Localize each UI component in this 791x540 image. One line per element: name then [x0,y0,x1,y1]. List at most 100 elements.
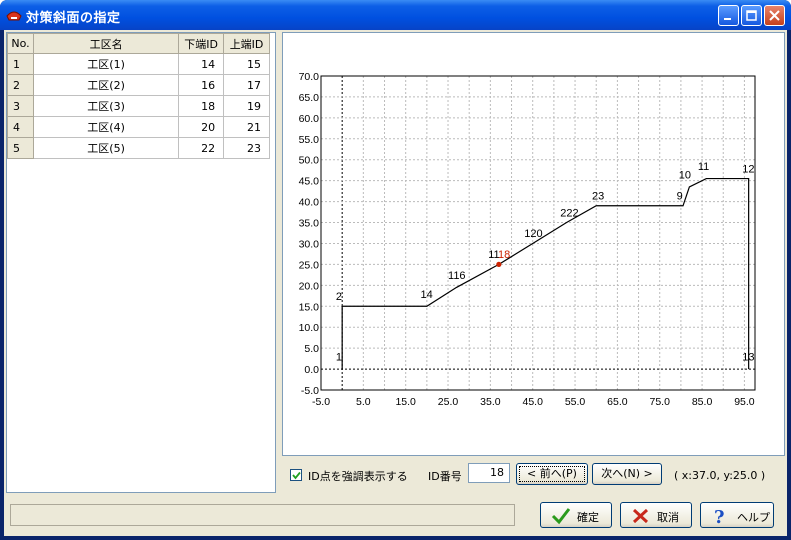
highlight-checkbox-label[interactable]: ID点を強調表示する [308,468,408,484]
y-tick-label: 60.0 [299,113,320,125]
lower-id-cell[interactable]: 18 [178,95,225,117]
title-bar[interactable]: 対策斜面の指定 [0,0,791,30]
zone-name-cell[interactable]: 工区(2) [32,74,180,96]
x-tick-label: 55.0 [565,396,586,408]
close-icon [769,10,780,21]
next-button[interactable]: 次へ(N) > [592,463,662,485]
ok-button-label: 確定 [577,511,599,524]
zone-name-cell[interactable]: 工区(5) [32,137,180,159]
highlight-checkbox[interactable] [290,469,302,481]
upper-id-cell[interactable]: 19 [223,95,270,117]
point-id-label: 14 [421,289,433,301]
slope-chart-panel[interactable]: -5.0 5.0 15.0 25.0 35.0 45.0 55.0 65.0 75.0 85.0 9… [282,32,785,456]
point-id-label: 11 [698,161,709,173]
dialog-client: No. 工区名 下端ID 上端ID 1 工区(1) 14 15 2 工区(2) 16 17 3 工… [4,30,787,536]
table-row[interactable]: 2 工区(2) 16 17 [7,74,270,96]
lower-id-cell[interactable]: 16 [178,74,225,96]
y-tick-label: 40.0 [299,197,320,209]
minimize-icon [724,18,731,20]
point-id-label: 23 [592,191,604,203]
x-tick-label: 15.0 [395,396,416,408]
table-row[interactable]: 1 工区(1) 14 15 [7,53,270,75]
x-tick-label: 85.0 [692,396,713,408]
column-header-upper-id[interactable]: 上端ID [223,33,270,54]
column-header-name[interactable]: 工区名 [32,33,180,54]
slope-profile-line [341,177,750,370]
lower-id-cell[interactable]: 14 [178,53,225,75]
cancel-button-label: 取消 [657,511,679,524]
y-tick-label: 50.0 [299,155,320,167]
row-number[interactable]: 5 [7,137,34,159]
status-bar [10,504,515,526]
point-id-label: 1 [336,352,342,364]
point-id-label: 120 [524,228,542,240]
maximize-button[interactable] [741,5,762,26]
row-number[interactable]: 4 [7,116,34,138]
lower-id-cell[interactable]: 20 [178,116,225,138]
x-tick-label: 35.0 [480,396,501,408]
help-icon: ? [714,507,725,525]
checkmark-icon [292,471,301,480]
checkmark-icon [551,508,571,525]
svg-text:?: ? [714,507,725,525]
y-tick-label: -5.0 [301,385,319,397]
chart-controls: ID点を強調表示する ID番号 18 < 前へ(P) 次へ(N) > ( x:3… [282,460,785,490]
table-row[interactable]: 3 工区(3) 18 19 [7,95,270,117]
coordinate-readout: ( x:37.0, y:25.0 ) [674,469,766,482]
maximize-icon [746,10,757,21]
zone-table-panel: No. 工区名 下端ID 上端ID 1 工区(1) 14 15 2 工区(2) 16 17 3 工… [6,32,276,493]
y-tick-label: 0.0 [304,364,319,376]
close-button[interactable] [764,5,785,26]
y-tick-label: 20.0 [299,280,320,292]
row-number[interactable]: 2 [7,74,34,96]
minimize-button[interactable] [718,5,739,26]
zone-name-cell[interactable]: 工区(3) [32,95,180,117]
slope-profile-chart[interactable]: -5.0 5.0 15.0 25.0 35.0 45.0 55.0 65.0 75.0 85.0 9… [283,33,784,455]
x-tick-label: 75.0 [650,396,671,408]
x-tick-label: 25.0 [438,396,459,408]
column-header-lower-id[interactable]: 下端ID [178,33,225,54]
table-row[interactable]: 5 工区(5) 22 23 [7,137,270,159]
app-icon [6,11,22,21]
point-id-label: 13 [742,352,754,364]
dialog-window: 対策斜面の指定 No. 工区名 下端ID 上端ID 1 工区(1) 14 15 … [0,0,791,540]
x-tick-label: 65.0 [607,396,628,408]
id-number-input[interactable]: 18 [468,463,510,483]
point-id-label: 116 [448,270,466,282]
zone-name-cell[interactable]: 工区(1) [32,53,180,75]
help-button[interactable]: ? ヘルプ [700,502,774,528]
y-tick-label: 70.0 [299,71,320,83]
window-title: 対策斜面の指定 [26,11,121,26]
ok-button[interactable]: 確定 [540,502,612,528]
upper-id-cell[interactable]: 15 [223,53,270,75]
point-id-label: 10 [679,170,691,182]
x-tick-label: -5.0 [312,396,330,408]
x-tick-label: 5.0 [356,396,371,408]
y-tick-label: 45.0 [299,176,320,188]
row-number[interactable]: 1 [7,53,34,75]
y-tick-label: 30.0 [299,238,320,250]
table-row[interactable]: 4 工区(4) 20 21 [7,116,270,138]
zone-table: No. 工区名 下端ID 上端ID 1 工区(1) 14 15 2 工区(2) 16 17 3 工… [7,33,270,159]
y-tick-label: 5.0 [304,343,319,355]
zone-name-cell[interactable]: 工区(4) [32,116,180,138]
point-id-label: 18 [498,249,510,261]
point-id-label: 9 [677,191,683,203]
lower-id-cell[interactable]: 22 [178,137,225,159]
help-button-label: ヘルプ [737,511,770,524]
y-tick-label: 35.0 [299,218,320,230]
upper-id-cell[interactable]: 17 [223,74,270,96]
upper-id-cell[interactable]: 23 [223,137,270,159]
point-id-label: 2 [336,291,342,303]
column-header-no[interactable]: No. [7,33,34,54]
y-tick-label: 55.0 [299,134,320,146]
y-tick-label: 15.0 [299,301,320,313]
upper-id-cell[interactable]: 21 [223,116,270,138]
x-tick-label: 45.0 [522,396,543,408]
highlight-point-marker [496,261,502,267]
prev-button[interactable]: < 前へ(P) [516,463,588,485]
cancel-button[interactable]: 取消 [620,502,692,528]
row-number[interactable]: 3 [7,95,34,117]
y-tick-label: 25.0 [299,259,320,271]
point-id-label: 222 [560,207,578,219]
